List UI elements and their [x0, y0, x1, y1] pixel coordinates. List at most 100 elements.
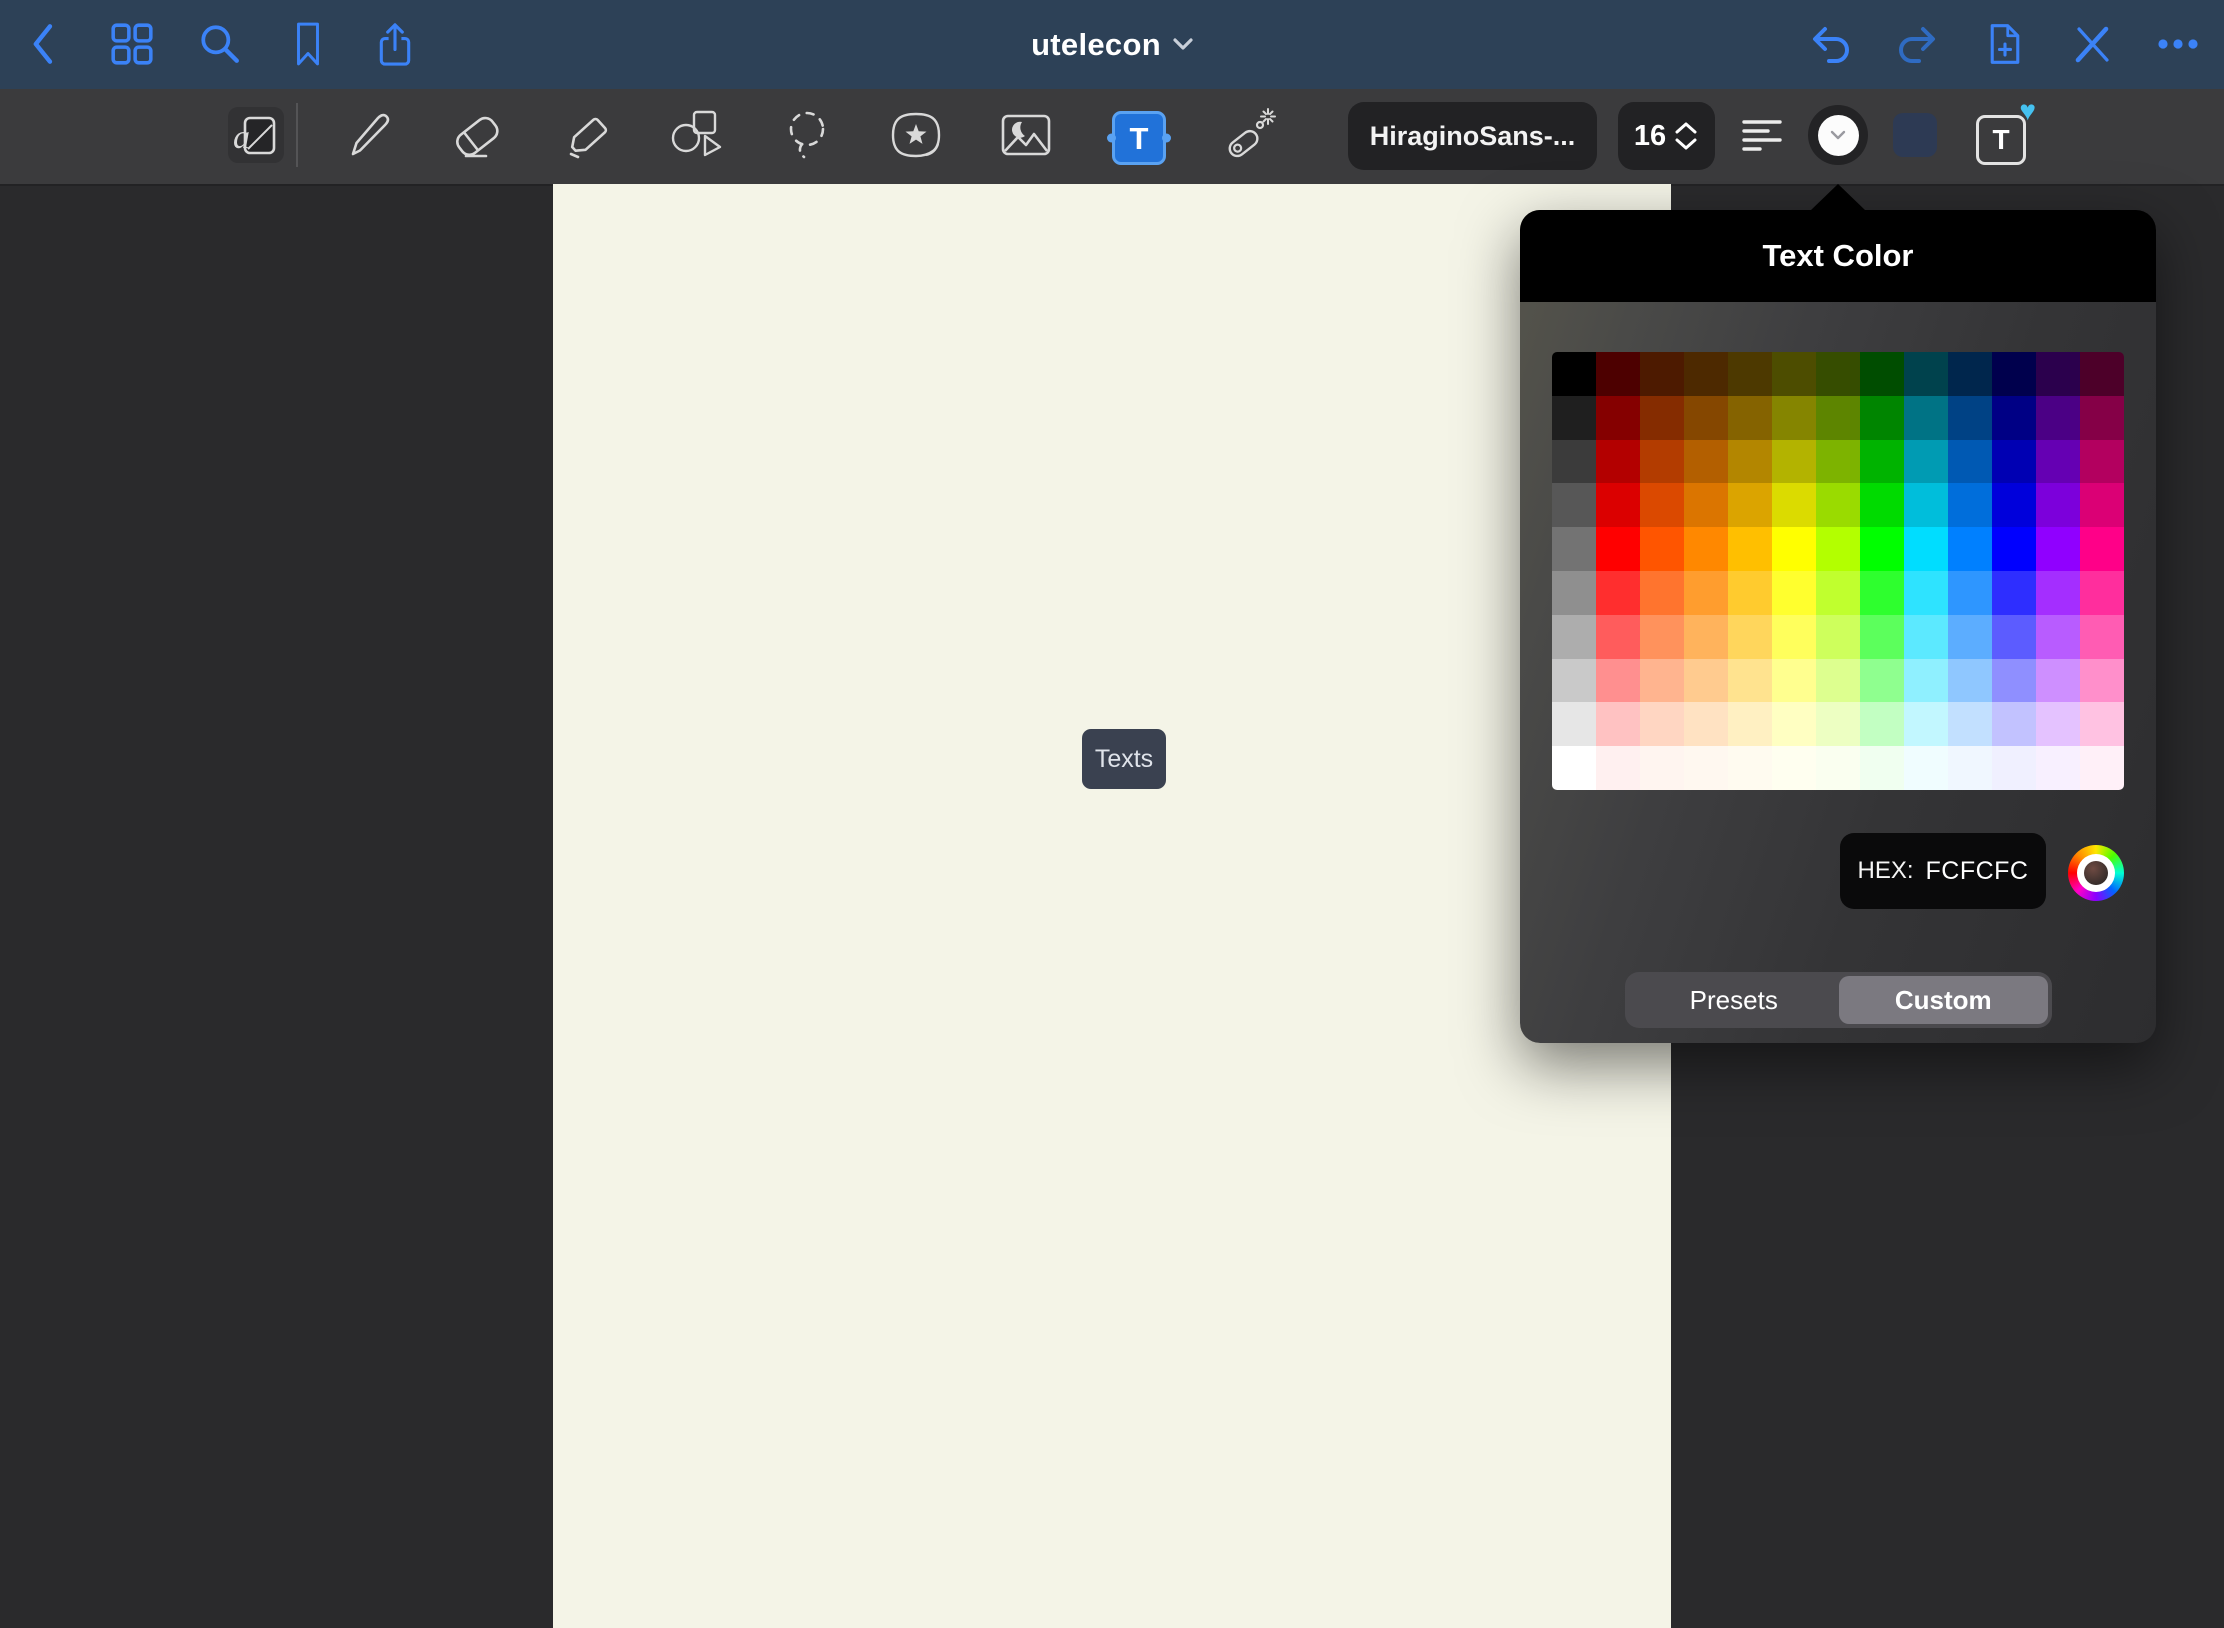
palette-color-cell[interactable] [1596, 483, 1640, 527]
image-tool[interactable] [998, 107, 1054, 163]
canvas-text-object[interactable]: Texts [1082, 729, 1166, 789]
palette-color-cell[interactable] [1684, 352, 1728, 396]
palette-color-cell[interactable] [1728, 396, 1772, 440]
palette-color-cell[interactable] [1596, 746, 1640, 790]
palette-color-cell[interactable] [1772, 483, 1816, 527]
palette-color-cell[interactable] [1772, 615, 1816, 659]
palette-color-cell[interactable] [2080, 527, 2124, 571]
palette-color-cell[interactable] [1596, 527, 1640, 571]
palette-color-cell[interactable] [1904, 440, 1948, 484]
palette-color-cell[interactable] [1596, 352, 1640, 396]
palette-color-cell[interactable] [1596, 571, 1640, 615]
palette-color-cell[interactable] [1904, 746, 1948, 790]
text-color-button[interactable] [1808, 105, 1868, 165]
palette-color-cell[interactable] [1948, 396, 1992, 440]
font-family-button[interactable]: HiraginoSans-... [1348, 102, 1597, 170]
palette-color-cell[interactable] [1640, 746, 1684, 790]
shapes-tool[interactable] [669, 107, 725, 163]
palette-color-cell[interactable] [1552, 702, 1596, 746]
palette-color-cell[interactable] [2036, 527, 2080, 571]
palette-color-cell[interactable] [2036, 702, 2080, 746]
palette-color-cell[interactable] [2036, 746, 2080, 790]
palette-color-cell[interactable] [1772, 746, 1816, 790]
palette-color-cell[interactable] [1948, 571, 1992, 615]
more-button[interactable] [2154, 20, 2202, 68]
palette-color-cell[interactable] [1640, 440, 1684, 484]
palette-color-cell[interactable] [1552, 440, 1596, 484]
palette-color-cell[interactable] [1640, 615, 1684, 659]
palette-color-cell[interactable] [1860, 352, 1904, 396]
palette-color-cell[interactable] [2080, 352, 2124, 396]
share-button[interactable] [371, 20, 419, 68]
palette-color-cell[interactable] [1904, 615, 1948, 659]
palette-color-cell[interactable] [1640, 571, 1684, 615]
text-align-button[interactable] [1738, 113, 1786, 161]
palette-color-cell[interactable] [2036, 615, 2080, 659]
palette-color-cell[interactable] [1816, 746, 1860, 790]
readonly-toggle-button[interactable] [2067, 20, 2115, 68]
palette-color-cell[interactable] [1948, 483, 1992, 527]
palette-color-cell[interactable] [1992, 615, 2036, 659]
pages-overview-button[interactable] [108, 20, 156, 68]
hex-input[interactable]: HEX: FCFCFC [1840, 833, 2046, 909]
palette-color-cell[interactable] [1684, 527, 1728, 571]
palette-color-cell[interactable] [1596, 440, 1640, 484]
palette-color-cell[interactable] [1728, 702, 1772, 746]
palette-color-cell[interactable] [2036, 571, 2080, 615]
eraser-tool[interactable] [449, 107, 505, 163]
palette-color-cell[interactable] [1948, 527, 1992, 571]
bookmark-button[interactable] [284, 20, 332, 68]
laser-pointer-tool[interactable] [1222, 107, 1278, 163]
palette-color-cell[interactable] [1816, 440, 1860, 484]
palette-color-cell[interactable] [1684, 659, 1728, 703]
redo-button[interactable] [1894, 20, 1942, 68]
palette-color-cell[interactable] [2080, 483, 2124, 527]
palette-color-cell[interactable] [1860, 702, 1904, 746]
palette-color-cell[interactable] [1948, 702, 1992, 746]
palette-color-cell[interactable] [1992, 440, 2036, 484]
palette-color-cell[interactable] [2036, 483, 2080, 527]
palette-color-cell[interactable] [1904, 702, 1948, 746]
palette-color-cell[interactable] [1948, 615, 1992, 659]
palette-color-cell[interactable] [1904, 483, 1948, 527]
palette-color-cell[interactable] [1552, 571, 1596, 615]
palette-color-cell[interactable] [1948, 440, 1992, 484]
palette-color-cell[interactable] [1552, 746, 1596, 790]
page-canvas[interactable] [553, 184, 1671, 1628]
text-tool[interactable]: T [1112, 111, 1166, 165]
palette-color-cell[interactable] [1772, 659, 1816, 703]
palette-color-cell[interactable] [2036, 440, 2080, 484]
palette-color-cell[interactable] [1772, 352, 1816, 396]
text-style-favorite-button[interactable]: T ♥ [1972, 103, 2034, 165]
palette-color-cell[interactable] [1728, 746, 1772, 790]
palette-color-cell[interactable] [1860, 615, 1904, 659]
font-size-stepper[interactable]: 16 [1618, 102, 1715, 170]
palette-color-cell[interactable] [2080, 440, 2124, 484]
add-page-button[interactable] [1981, 20, 2029, 68]
palette-color-cell[interactable] [1772, 396, 1816, 440]
palette-color-cell[interactable] [1860, 571, 1904, 615]
palette-color-cell[interactable] [1860, 659, 1904, 703]
palette-color-cell[interactable] [1904, 659, 1948, 703]
elements-tool[interactable] [888, 107, 944, 163]
palette-color-cell[interactable] [1728, 483, 1772, 527]
palette-color-cell[interactable] [1640, 702, 1684, 746]
palette-color-cell[interactable] [1948, 659, 1992, 703]
palette-color-cell[interactable] [1684, 615, 1728, 659]
palette-color-cell[interactable] [1728, 571, 1772, 615]
highlighter-tool[interactable] [559, 107, 615, 163]
palette-color-cell[interactable] [1772, 702, 1816, 746]
palette-color-cell[interactable] [1904, 396, 1948, 440]
palette-color-cell[interactable] [1992, 659, 2036, 703]
search-button[interactable] [196, 20, 244, 68]
back-button[interactable] [18, 20, 66, 68]
undo-button[interactable] [1806, 20, 1854, 68]
palette-color-cell[interactable] [2080, 746, 2124, 790]
palette-color-cell[interactable] [1684, 396, 1728, 440]
palette-color-cell[interactable] [1596, 396, 1640, 440]
palette-color-cell[interactable] [2036, 659, 2080, 703]
palette-color-cell[interactable] [1552, 527, 1596, 571]
palette-color-cell[interactable] [1860, 527, 1904, 571]
palette-color-cell[interactable] [1684, 483, 1728, 527]
palette-color-cell[interactable] [1728, 615, 1772, 659]
